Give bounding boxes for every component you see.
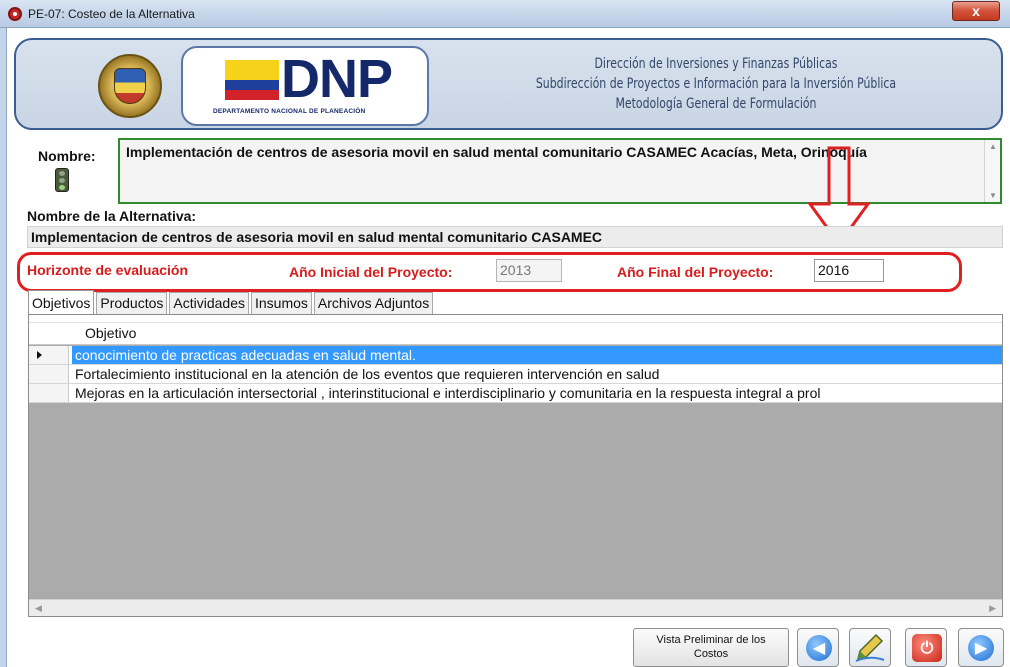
edit-button[interactable] — [849, 628, 891, 667]
app-icon — [8, 7, 22, 21]
arrow-right-icon: ▶ — [968, 635, 994, 661]
scroll-right-icon[interactable]: ▶ — [989, 603, 996, 614]
alternativa-value: Implementacion de centros de asesoria mo… — [27, 226, 1003, 248]
banner-line-2: Subdirección de Proyectos e Información … — [535, 76, 897, 92]
anio-inicial-label: Año Inicial del Proyecto: — [289, 264, 453, 280]
colombia-flag-icon — [225, 60, 279, 100]
next-button[interactable]: ▶ — [958, 628, 1004, 667]
exit-button[interactable]: ⏻ — [905, 628, 947, 667]
coat-of-arms-icon — [114, 68, 146, 104]
colombia-seal-icon — [98, 54, 162, 118]
scroll-left-icon[interactable]: ◀ — [35, 603, 42, 614]
anio-final-input[interactable]: 2016 — [814, 259, 884, 282]
tab-strip: Objetivos Productos Actividades Insumos … — [28, 290, 435, 314]
anio-final-label: Año Final del Proyecto: — [617, 264, 774, 280]
nombre-scrollbar[interactable]: ▲ ▼ — [984, 140, 1000, 202]
dnp-logo-subtext: DEPARTAMENTO NACIONAL DE PLANEACIÓN — [213, 108, 366, 115]
dnp-logo-text: DNP — [281, 49, 393, 109]
banner-line-1: Dirección de Inversiones y Finanzas Públ… — [594, 56, 838, 72]
alternativa-label: Nombre de la Alternativa: — [27, 208, 197, 224]
nombre-label: Nombre: — [38, 148, 96, 164]
arrow-left-icon: ◀ — [806, 635, 832, 661]
app-window: PE-07: Costeo de la Alternativa x DNP DE… — [0, 0, 1010, 667]
table-row[interactable]: Fortalecimiento institucional en la aten… — [29, 365, 1002, 384]
tab-productos[interactable]: Productos — [96, 292, 168, 314]
banner-line-3: Metodología General de Formulación — [615, 96, 817, 112]
objetivo-cell[interactable]: conocimiento de practicas adecuadas en s… — [72, 346, 1002, 364]
tab-objetivos[interactable]: Objetivos — [28, 290, 95, 314]
table-row[interactable]: Mejoras en la articulación intersectoria… — [29, 384, 1002, 403]
scroll-up-icon[interactable]: ▲ — [989, 142, 997, 151]
table-row[interactable]: conocimiento de practicas adecuadas en s… — [29, 346, 1002, 365]
row-pointer-icon — [37, 351, 42, 359]
objetivos-grid[interactable]: Objetivo conocimiento de practicas adecu… — [28, 314, 1003, 617]
title-bar[interactable]: PE-07: Costeo de la Alternativa x — [0, 0, 1010, 28]
pencil-icon — [855, 633, 885, 662]
window-left-border — [0, 28, 7, 667]
vista-preliminar-button[interactable]: Vista Preliminar de los Costos — [633, 628, 789, 667]
row-selector[interactable] — [29, 384, 69, 402]
row-selector[interactable] — [29, 346, 69, 364]
dnp-logo: DNP DEPARTAMENTO NACIONAL DE PLANEACIÓN — [181, 46, 429, 126]
horizonte-label: Horizonte de evaluación — [27, 262, 189, 278]
scroll-down-icon[interactable]: ▼ — [989, 191, 997, 200]
vista-preliminar-label-1: Vista Preliminar de los — [656, 634, 766, 646]
anio-inicial-input[interactable]: 2013 — [496, 259, 562, 282]
objetivo-cell[interactable]: Fortalecimiento institucional en la aten… — [72, 365, 1002, 383]
close-button[interactable]: x — [952, 1, 1000, 21]
header-banner: DNP DEPARTAMENTO NACIONAL DE PLANEACIÓN … — [14, 38, 1003, 130]
traffic-light-icon — [55, 168, 69, 192]
banner-text: Dirección de Inversiones y Finanzas Públ… — [513, 54, 919, 114]
column-header-objetivo[interactable]: Objetivo — [85, 325, 136, 341]
window-title: PE-07: Costeo de la Alternativa — [28, 7, 195, 21]
objetivo-cell[interactable]: Mejoras en la articulación intersectoria… — [72, 384, 1002, 402]
row-selector[interactable] — [29, 365, 69, 383]
tab-actividades[interactable]: Actividades — [169, 292, 249, 314]
grid-top-strip — [29, 315, 1002, 323]
tab-archivos-adjuntos[interactable]: Archivos Adjuntos — [313, 292, 434, 314]
grid-horizontal-scrollbar[interactable]: ◀ ▶ — [29, 599, 1002, 616]
vista-preliminar-label-2: Costos — [693, 648, 729, 660]
grid-header: Objetivo — [29, 323, 1002, 345]
power-icon: ⏻ — [912, 634, 942, 662]
back-button[interactable]: ◀ — [797, 628, 839, 667]
tab-insumos[interactable]: Insumos — [251, 292, 312, 314]
